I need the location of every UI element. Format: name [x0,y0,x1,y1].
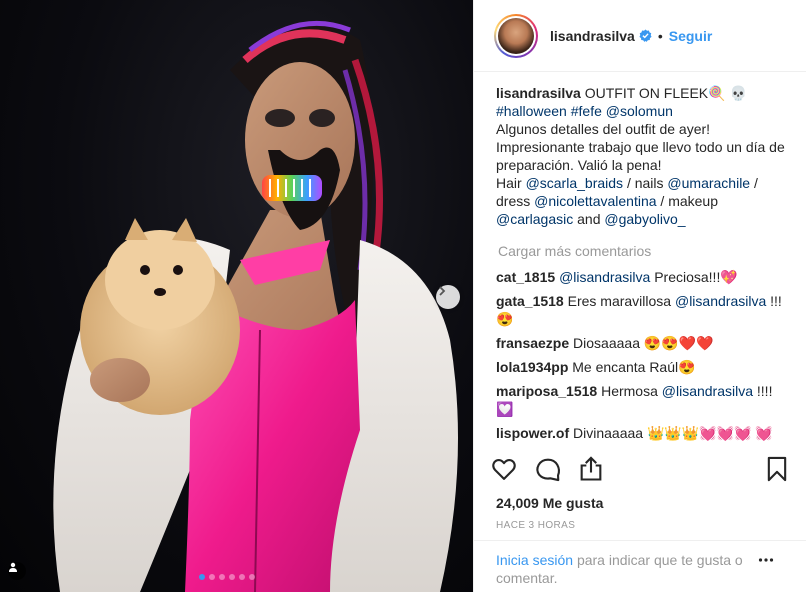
comment-text: Diosaaaaa 😍😍❤️❤️ [573,335,714,351]
mention-link[interactable]: @lisandrasilva [662,383,753,399]
mention-link[interactable]: @scarla_braids [526,175,623,191]
caption-text: dress [496,193,531,209]
bookmark-icon [767,456,787,482]
carousel-dot [249,574,255,580]
post-side-panel: lisandrasilva • Seguir lisandrasilva OUT… [473,0,806,592]
comment-username[interactable]: lola1934pp [496,359,568,375]
comment-username[interactable]: mariposa_1518 [496,383,597,399]
comment-item: lispower.of Divinaaaaa 👑👑👑💓💓💓 💓💓💓💓 [496,424,788,444]
carousel-indicator [199,574,255,580]
comment-text: Me encanta Raúl😍 [572,359,696,375]
avatar[interactable] [498,17,534,54]
login-link[interactable]: Inicia sesión [496,552,573,568]
caption-text: Hair [496,175,522,191]
comment-username[interactable]: lispower.of [496,425,569,441]
chevron-right-icon [439,286,446,296]
comment-username[interactable]: gata_1518 [496,293,564,309]
carousel-dot [229,574,235,580]
verified-badge-icon [639,29,652,42]
comment-text: Eres maravillosa [567,293,672,309]
person-tag-button[interactable] [8,562,26,580]
mention-link[interactable]: @lisandrasilva [559,269,650,285]
load-more-comments-button[interactable]: Cargar más comentarios [498,242,788,260]
caption-text: / [753,175,758,191]
post-photo[interactable] [0,0,473,592]
like-button[interactable] [490,455,520,485]
comment-text: Hermosa [601,383,658,399]
share-button[interactable] [577,455,607,485]
photo-illustration [53,20,458,592]
likes-count[interactable]: 24,009 Me gusta [496,495,603,511]
divider [474,540,806,541]
share-icon [580,456,602,481]
mention-link[interactable]: @gabyolivo_ [604,211,685,227]
comment-username[interactable]: cat_1815 [496,269,555,285]
comment-item: gata_1518 Eres maravillosa @lisandrasilv… [496,292,788,328]
comments-list[interactable]: lisandrasilva OUTFIT ON FLEEK🍭 💀 #hallow… [496,84,788,444]
mention-link[interactable]: @carlagasic [496,211,573,227]
avatar-frame [496,15,536,56]
save-button[interactable] [763,455,793,485]
caption-username[interactable]: lisandrasilva [496,85,581,101]
comment-item: cat_1815 @lisandrasilva Preciosa!!!💖 [496,268,788,286]
carousel-dot [239,574,245,580]
comment-username[interactable]: fransaezpe [496,335,569,351]
comment-item: fransaezpe Diosaaaaa 😍😍❤️❤️ [496,334,788,352]
login-prompt: Inicia sesión para indicar que te gusta … [496,551,766,587]
comment-button[interactable] [534,455,564,485]
next-photo-button[interactable] [436,285,460,309]
header-username[interactable]: lisandrasilva [550,28,635,44]
person-tag-icon [9,562,17,572]
post-timestamp: HACE 3 HORAS [496,520,576,531]
caption-text: / makeup [660,193,719,209]
carousel-dot [199,574,205,580]
caption-text: and [577,211,601,227]
follow-button[interactable]: Seguir [669,28,713,44]
avatar-story-ring[interactable] [494,13,538,58]
hashtag-link[interactable]: #fefe [571,103,602,119]
heart-icon [492,458,516,480]
comment-item: lola1934pp Me encanta Raúl😍 [496,358,788,376]
caption-text: / nails [626,175,664,191]
post-caption: lisandrasilva OUTFIT ON FLEEK🍭 💀 #hallow… [496,84,788,228]
caption-title: OUTFIT ON FLEEK🍭 💀 [584,85,747,101]
mention-link[interactable]: @solomun [606,103,673,119]
mention-link[interactable]: @lisandrasilva [675,293,766,309]
header-separator: • [657,27,663,44]
comment-text: Preciosa!!!💖 [654,269,738,285]
comment-item: mariposa_1518 Hermosa @lisandrasilva !!!… [496,382,788,418]
caption-text: Algunos detalles del outfit de ayer! Imp… [496,121,785,173]
mention-link[interactable]: @umarachile [667,175,750,191]
post-header: lisandrasilva • Seguir [474,0,806,72]
comment-icon [536,458,561,482]
post-actions-bar [488,455,793,491]
carousel-dot [209,574,215,580]
more-options-icon[interactable] [758,557,774,563]
mention-link[interactable]: @nicolettavalentina [534,193,656,209]
hashtag-link[interactable]: #halloween [496,103,567,119]
carousel-dot [219,574,225,580]
